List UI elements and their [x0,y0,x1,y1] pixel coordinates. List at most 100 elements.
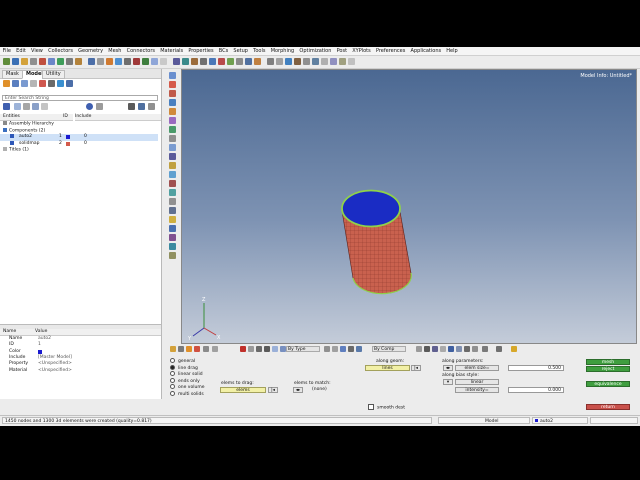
mesh-lines-icon[interactable] [182,58,189,65]
cut-icon[interactable] [169,81,176,88]
elems-reset-button[interactable]: |◂ [268,387,278,393]
feature-lines-icon[interactable] [191,58,198,65]
menu-item-edit[interactable]: Edit [14,47,29,55]
menu-item-collectors[interactable]: Collectors [46,47,76,55]
find-icon[interactable] [218,58,225,65]
expand-icon[interactable] [14,103,21,110]
option-multi-solids[interactable]: multi solids [170,390,204,397]
panel-tool-24-icon[interactable] [472,346,478,352]
entities-column-header[interactable]: Entities [0,114,63,121]
transparent-icon[interactable] [173,58,180,65]
panel-tool-14-icon[interactable] [340,346,346,352]
view-solid-icon[interactable] [256,346,262,352]
equivalence-button[interactable]: equivalence [586,381,630,387]
detach-icon[interactable] [169,207,176,214]
radio-button[interactable] [170,390,175,396]
lines-selector-button[interactable]: lines [365,365,410,371]
menu-item-setup[interactable]: Setup [231,47,251,55]
eye-icon[interactable] [86,103,93,110]
rotate-icon[interactable] [66,58,73,65]
grid-icon[interactable] [276,58,283,65]
unmask-icon[interactable] [236,58,243,65]
wireframe-icon[interactable] [128,103,135,110]
display-none-icon[interactable] [148,103,155,110]
shaded-elem-icon[interactable] [272,346,278,352]
radio-button[interactable] [170,364,175,370]
surface-icon[interactable] [169,99,176,106]
by-type-dropdown[interactable]: By Type [286,346,320,352]
menu-item-optimization[interactable]: Optimization [297,47,334,55]
panel-tool-22-icon[interactable] [456,346,462,352]
elem-size-button[interactable]: elem size= [455,365,499,371]
component-color-swatch[interactable] [66,135,70,140]
option-linear-solid[interactable]: linear solid [170,371,203,377]
shaded-icon[interactable] [96,103,103,110]
menu-item-connectors[interactable]: Connectors [124,47,158,55]
value-column-header[interactable]: Value [35,329,161,336]
spin-icon[interactable] [169,126,176,133]
option-line-drag[interactable]: line drag [170,364,198,371]
reject-button[interactable]: reject [586,366,630,372]
elem-size-field[interactable]: 0.500 [508,365,564,371]
top-view-icon[interactable] [124,58,131,65]
id-column-header[interactable]: ID [63,114,73,121]
browser-list-icon[interactable] [30,80,37,87]
export-icon[interactable] [30,58,37,65]
organize-icon[interactable] [169,216,176,223]
select-icon[interactable] [57,58,64,65]
redo-icon[interactable] [48,58,55,65]
panel-tool-18-icon[interactable] [424,346,430,352]
front-view-icon[interactable] [106,58,113,65]
menu-item-morphing[interactable]: Morphing [268,47,297,55]
display-all-icon[interactable] [138,103,145,110]
tab-mask[interactable]: Mask [2,70,23,79]
property-row[interactable]: Material <Unspecified> [0,368,158,374]
wire-icon[interactable] [264,346,270,352]
mask-panel-icon[interactable] [248,346,254,352]
delete-icon[interactable] [240,346,246,352]
color-swatch[interactable] [38,349,42,354]
collapse-icon[interactable] [23,103,30,110]
prop-icon[interactable] [312,58,319,65]
solid-icon[interactable] [212,346,218,352]
panel-tool-23-icon[interactable] [464,346,470,352]
pan-icon[interactable] [75,58,82,65]
drag-icon[interactable] [169,117,176,124]
load-icon[interactable] [330,58,337,65]
option-ends-only[interactable]: ends only [170,377,200,384]
panel-tool-25-icon[interactable] [482,346,488,352]
select-solid-icon[interactable] [169,72,176,79]
elem-size-toggle[interactable]: ◂▸ [443,365,453,371]
menu-item-bcs[interactable]: BCs [216,47,231,55]
shaded-icon[interactable] [160,58,167,65]
element-icon[interactable] [294,58,301,65]
panel-tool-17-icon[interactable] [416,346,422,352]
quality-icon[interactable] [169,171,176,178]
mask-icon[interactable] [227,58,234,65]
import-icon[interactable] [21,58,28,65]
light-icon[interactable] [142,58,149,65]
tetra-icon[interactable] [169,144,176,151]
menu-item-properties[interactable]: Properties [186,47,216,55]
sketch-icon[interactable] [324,346,330,352]
project-icon[interactable] [169,252,176,259]
hex-icon[interactable] [169,153,176,160]
radio-button[interactable] [170,358,175,363]
columns-icon[interactable] [41,103,48,110]
reverse-icon[interactable] [245,58,252,65]
wireframe-icon[interactable] [151,58,158,65]
sort-icon[interactable] [32,103,39,110]
component-color-icon[interactable] [178,346,184,352]
undo-icon[interactable] [39,58,46,65]
radio-button[interactable] [170,384,175,389]
panel-tool-27-icon[interactable] [511,346,517,352]
replace-icon[interactable] [169,198,176,205]
menu-item-help[interactable]: Help [444,47,461,55]
include-column-header[interactable]: Include [75,114,161,121]
intensity-button[interactable]: intensity= [455,387,499,393]
menu-item-preferences[interactable]: Preferences [373,47,408,55]
side-view-icon[interactable] [115,58,122,65]
tab-utility[interactable]: Utility [42,70,65,79]
create-icon[interactable] [3,103,10,110]
zoom-icon[interactable] [88,58,95,65]
